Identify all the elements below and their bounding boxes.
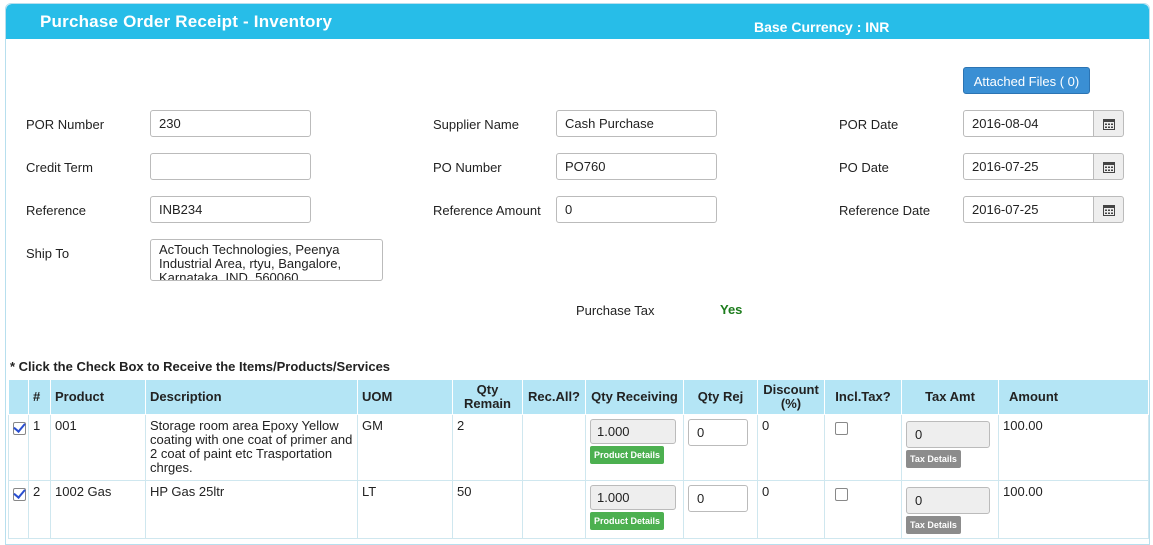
- tax-amt-input[interactable]: 0: [906, 487, 990, 514]
- reference-date-picker: 2016-07-25: [963, 196, 1124, 223]
- row-uom: LT: [357, 480, 453, 539]
- page-title: Purchase Order Receipt - Inventory: [40, 12, 333, 31]
- receive-checkbox[interactable]: [13, 422, 26, 435]
- qty-rej-input[interactable]: 0: [688, 485, 748, 512]
- ship-to-textarea[interactable]: AcTouch Technologies, Peenya Industrial …: [150, 239, 383, 281]
- po-number-label: PO Number: [433, 160, 502, 175]
- por-date-picker: 2016-08-04: [963, 110, 1124, 137]
- row-uom: GM: [357, 414, 453, 481]
- qty-receiving-input[interactable]: 1.000: [590, 419, 676, 444]
- reference-date-input[interactable]: 2016-07-25: [963, 196, 1094, 223]
- incl-tax-checkbox[interactable]: [835, 422, 848, 435]
- product-details-button[interactable]: Product Details: [590, 512, 665, 530]
- incl-tax-checkbox[interactable]: [835, 488, 848, 501]
- row-num: 1: [28, 414, 51, 481]
- page-frame: Purchase Order Receipt - Inventory Base …: [5, 3, 1150, 545]
- purchase-tax-label: Purchase Tax: [576, 303, 655, 318]
- header-qty-remain: Qty Remain: [452, 379, 523, 415]
- header-rec-all: Rec.All?: [522, 379, 586, 415]
- instruction-note: * Click the Check Box to Receive the Ite…: [10, 359, 391, 374]
- reference-amount-label: Reference Amount: [433, 203, 541, 218]
- header-select: [8, 379, 29, 415]
- row-description: HP Gas 25ltr: [145, 480, 358, 539]
- receive-checkbox[interactable]: [13, 488, 26, 501]
- por-number-label: POR Number: [26, 117, 105, 132]
- row-qty-rej-cell: 0: [683, 414, 758, 481]
- calendar-icon[interactable]: [1093, 110, 1124, 137]
- row-discount: 0: [757, 414, 825, 481]
- row-incl-tax-cell: [824, 414, 902, 481]
- row-qty-remain: 2: [452, 414, 523, 481]
- ship-to-label: Ship To: [26, 246, 70, 261]
- row-select-cell: [8, 480, 29, 539]
- por-date-input[interactable]: 2016-08-04: [963, 110, 1094, 137]
- credit-term-input[interactable]: [150, 153, 311, 180]
- calendar-icon[interactable]: [1093, 153, 1124, 180]
- items-table: # Product Description UOM Qty Remain Rec…: [8, 379, 1149, 539]
- row-qty-receiving-cell: 1.000 Product Details: [585, 414, 684, 481]
- reference-label: Reference: [26, 203, 86, 218]
- header-incl-tax: Incl.Tax?: [824, 379, 902, 415]
- header-qty-rej: Qty Rej: [683, 379, 758, 415]
- tax-amt-input[interactable]: 0: [906, 421, 990, 448]
- table-row: 1 001 Storage room area Epoxy Yellow coa…: [8, 414, 1149, 481]
- tax-details-button[interactable]: Tax Details: [906, 450, 961, 468]
- header-qty-receiving: Qty Receiving: [585, 379, 684, 415]
- row-select-cell: [8, 414, 29, 481]
- po-date-label: PO Date: [839, 160, 889, 175]
- supplier-name-input[interactable]: Cash Purchase: [556, 110, 717, 137]
- calendar-icon[interactable]: [1093, 196, 1124, 223]
- attached-files-button[interactable]: Attached Files ( 0): [963, 67, 1090, 94]
- row-qty-receiving-cell: 1.000 Product Details: [585, 480, 684, 539]
- row-product: 001: [50, 414, 146, 481]
- row-description: Storage room area Epoxy Yellow coating w…: [145, 414, 358, 481]
- reference-amount-input[interactable]: 0: [556, 196, 717, 223]
- row-amount: 100.00: [998, 480, 1149, 539]
- row-rec-all: [522, 414, 586, 481]
- header-amount: Amount: [998, 379, 1149, 415]
- qty-rej-input[interactable]: 0: [688, 419, 748, 446]
- po-date-picker: 2016-07-25: [963, 153, 1124, 180]
- row-incl-tax-cell: [824, 480, 902, 539]
- tax-details-button[interactable]: Tax Details: [906, 516, 961, 534]
- row-amount: 100.00: [998, 414, 1149, 481]
- base-currency: Base Currency : INR: [754, 19, 890, 35]
- purchase-tax-value: Yes: [720, 302, 743, 317]
- reference-date-label: Reference Date: [839, 203, 931, 218]
- header-bar: Purchase Order Receipt - Inventory Base …: [6, 4, 1149, 39]
- po-date-input[interactable]: 2016-07-25: [963, 153, 1094, 180]
- table-header-row: # Product Description UOM Qty Remain Rec…: [8, 379, 1149, 415]
- por-date-label: POR Date: [839, 117, 899, 132]
- supplier-name-label: Supplier Name: [433, 117, 519, 132]
- row-product: 1002 Gas: [50, 480, 146, 539]
- row-qty-rej-cell: 0: [683, 480, 758, 539]
- product-details-button[interactable]: Product Details: [590, 446, 665, 464]
- por-number-input[interactable]: 230: [150, 110, 311, 137]
- row-tax-amt-cell: 0 Tax Details: [901, 414, 999, 481]
- header-uom: UOM: [357, 379, 453, 415]
- row-tax-amt-cell: 0 Tax Details: [901, 480, 999, 539]
- header-product: Product: [50, 379, 146, 415]
- qty-receiving-input[interactable]: 1.000: [590, 485, 676, 510]
- header-num: #: [28, 379, 51, 415]
- header-discount: Discount (%): [757, 379, 825, 415]
- table-row: 2 1002 Gas HP Gas 25ltr LT 50 1.000 Prod…: [8, 480, 1149, 539]
- header-tax-amt: Tax Amt: [901, 379, 999, 415]
- reference-input[interactable]: INB234: [150, 196, 311, 223]
- row-rec-all: [522, 480, 586, 539]
- header-description: Description: [145, 379, 358, 415]
- row-qty-remain: 50: [452, 480, 523, 539]
- po-number-input[interactable]: PO760: [556, 153, 717, 180]
- row-num: 2: [28, 480, 51, 539]
- credit-term-label: Credit Term: [26, 160, 93, 175]
- row-discount: 0: [757, 480, 825, 539]
